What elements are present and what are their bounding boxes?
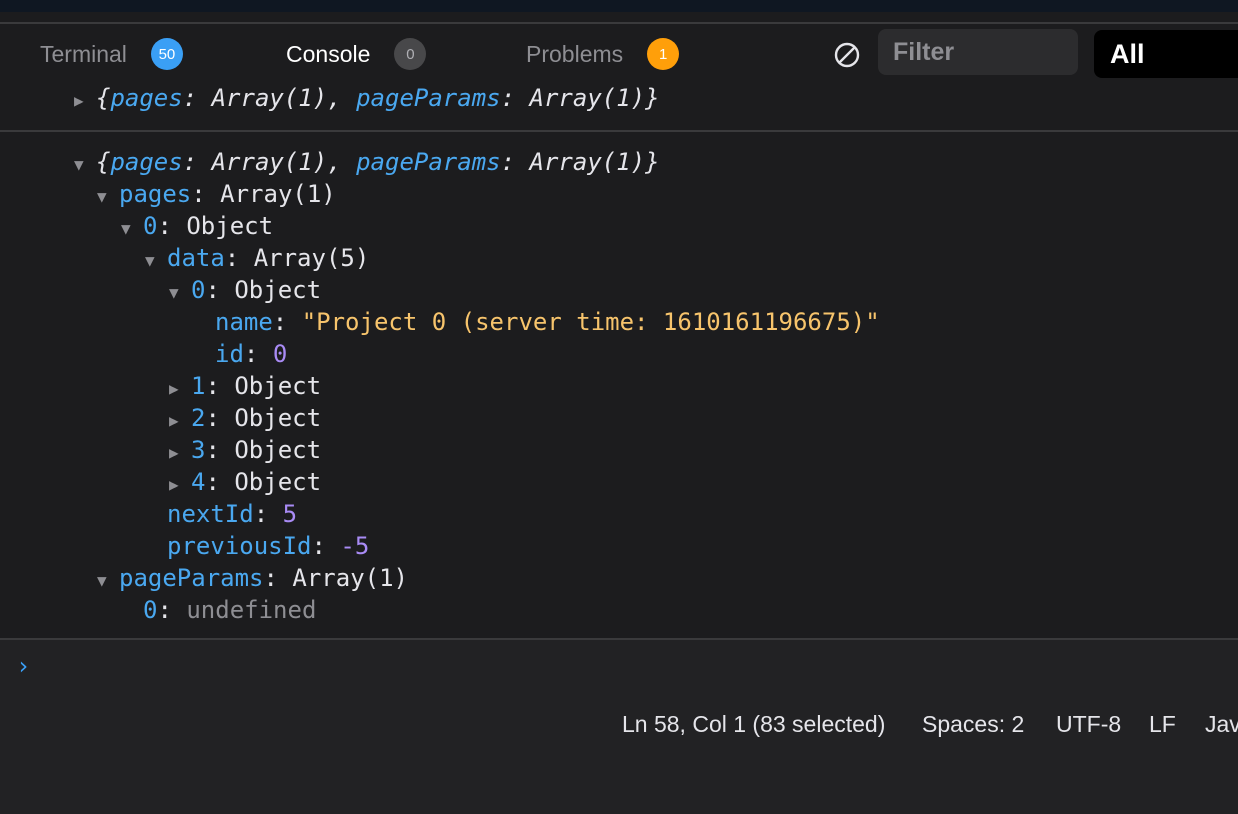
status-language[interactable]: Jav — [1205, 708, 1238, 740]
log-separator — [0, 130, 1238, 132]
tree-node-item-3[interactable]: ▶ 3: Object — [169, 434, 321, 466]
tab-terminal-label: Terminal — [40, 40, 127, 67]
clear-console-icon[interactable] — [833, 41, 861, 69]
tree-node-page-0[interactable]: ▼ 0: Object — [121, 210, 273, 242]
window-top-bar — [0, 0, 1238, 12]
collapse-arrow-icon[interactable]: ▼ — [121, 213, 143, 245]
tab-console-badge: 0 — [394, 38, 427, 70]
property-pageParams-0: 0: undefined — [143, 596, 317, 624]
status-encoding[interactable]: UTF-8 — [1056, 708, 1121, 740]
property-id: id: 0 — [215, 340, 288, 368]
collapse-arrow-icon[interactable]: ▼ — [74, 149, 96, 181]
tree-node-pages[interactable]: ▼ pages: Array(1) — [97, 178, 336, 210]
collapse-arrow-icon[interactable]: ▼ — [145, 245, 167, 277]
log-level-select[interactable]: All — [1094, 30, 1238, 78]
tab-terminal[interactable]: Terminal 50 — [40, 38, 183, 70]
status-cursor-position[interactable]: Ln 58, Col 1 (83 selected) — [622, 708, 885, 740]
expand-arrow-icon[interactable]: ▶ — [74, 85, 96, 117]
property-name: name: "Project 0 (server time: 161016119… — [215, 308, 880, 336]
collapse-arrow-icon[interactable]: ▼ — [97, 181, 119, 213]
tree-node-item-1[interactable]: ▶ 1: Object — [169, 370, 321, 402]
tab-problems-label: Problems — [526, 40, 624, 67]
log-entry-expanded[interactable]: ▼ {pages: Array(1), pageParams: Array(1)} — [74, 146, 660, 178]
log-level-value: All — [1110, 38, 1145, 69]
expand-arrow-icon[interactable]: ▶ — [169, 373, 191, 405]
status-line-ending[interactable]: LF — [1149, 708, 1176, 740]
tree-node-item-4[interactable]: ▶ 4: Object — [169, 466, 321, 498]
tree-node-item-0[interactable]: ▼ 0: Object — [169, 274, 321, 306]
status-indentation[interactable]: Spaces: 2 — [922, 708, 1024, 740]
filter-input[interactable] — [878, 29, 1078, 75]
property-nextId: nextId: 5 — [167, 500, 298, 528]
expand-arrow-icon[interactable]: ▶ — [169, 405, 191, 437]
collapse-arrow-icon[interactable]: ▼ — [169, 277, 191, 309]
tree-node-pageParams[interactable]: ▼ pageParams: Array(1) — [97, 562, 408, 594]
console-prompt-icon: › — [16, 652, 31, 680]
tab-terminal-badge: 50 — [150, 38, 183, 70]
tree-node-data[interactable]: ▼ data: Array(5) — [145, 242, 369, 274]
console-input-area[interactable] — [0, 638, 1238, 814]
tab-console[interactable]: Console 0 — [286, 38, 427, 70]
tab-problems-badge: 1 — [647, 38, 680, 70]
expand-arrow-icon[interactable]: ▶ — [169, 469, 191, 501]
log-entry-collapsed[interactable]: ▶ {pages: Array(1), pageParams: Array(1)} — [74, 82, 660, 114]
tab-console-label: Console — [286, 40, 371, 67]
collapse-arrow-icon[interactable]: ▼ — [97, 565, 119, 597]
tab-problems[interactable]: Problems 1 — [526, 38, 680, 70]
property-previousId: previousId: -5 — [167, 532, 370, 560]
tree-node-item-2[interactable]: ▶ 2: Object — [169, 402, 321, 434]
panel-top-border — [0, 12, 1238, 24]
expand-arrow-icon[interactable]: ▶ — [169, 437, 191, 469]
